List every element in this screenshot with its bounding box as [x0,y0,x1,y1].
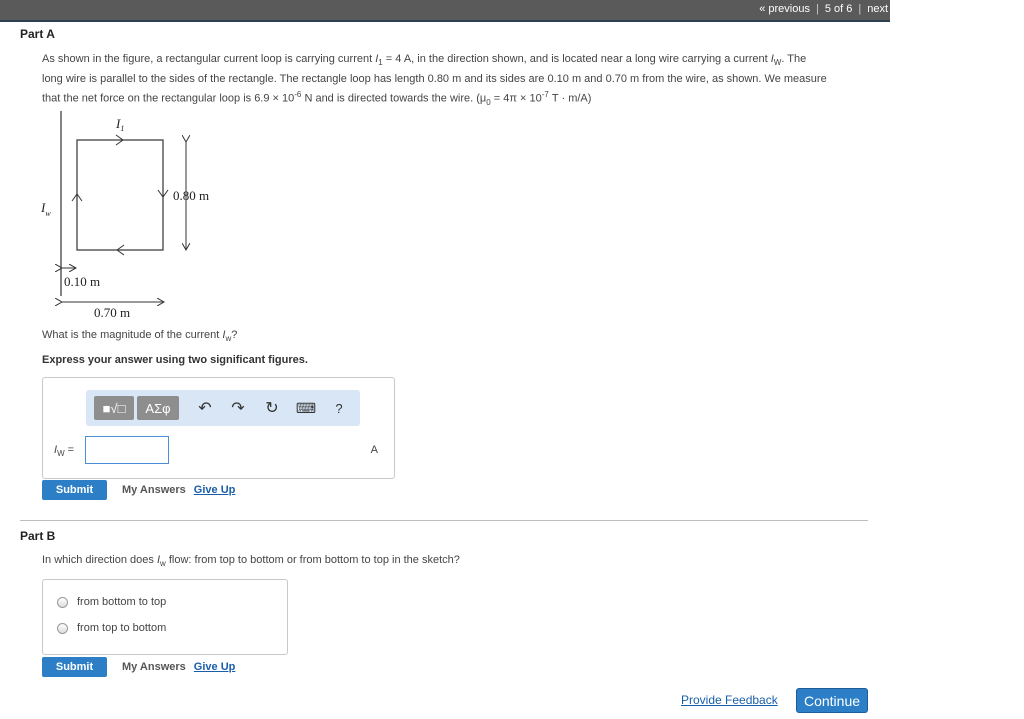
label-near-gap: 0.10 m [64,274,100,289]
template-button[interactable]: ■√□ [94,396,134,420]
problem-text: . The [781,53,807,65]
part-b-links: My Answers Give Up [122,661,235,673]
answer-label-sub: W [57,449,65,459]
part-b-title: Part B [20,529,56,543]
next-link[interactable]: next [867,3,888,15]
redo-icon[interactable]: ↷ [227,396,249,420]
problem-statement: As shown in the figure, a rectangular cu… [42,51,882,111]
answer-label-eq: = [64,444,75,456]
top-bar: « previous | 5 of 6 | next [0,0,890,22]
answer-input[interactable] [85,436,169,464]
provide-feedback-link[interactable]: Provide Feedback [681,693,778,707]
exponent: -7 [541,90,549,100]
keyboard-icon[interactable]: ⌨ [294,396,318,420]
question-text: In which direction does [42,554,157,566]
radio-button[interactable] [57,596,68,608]
my-answers-link[interactable]: My Answers [122,661,186,673]
answer-label: IW = [54,444,74,458]
give-up-link[interactable]: Give Up [194,484,236,496]
page-position: 5 of 6 [824,3,853,15]
previous-link[interactable]: « previous [759,3,810,15]
my-answers-link[interactable]: My Answers [122,484,186,496]
math-toolbar: ■√□ ΑΣφ ↶ ↷ ↻ ⌨ ? [86,390,360,426]
part-b-submit-button[interactable]: Submit [42,657,107,677]
nav-separator: | [858,3,862,15]
problem-text: that the net force on the rectangular lo… [42,92,295,105]
undo-icon[interactable]: ↶ [194,396,216,420]
nav-separator: | [815,3,819,15]
question-b: In which direction does Iw flow: from to… [42,552,460,572]
part-a-title: Part A [20,27,55,41]
radio-button[interactable] [57,622,68,634]
label-i1: I1 [115,116,124,133]
current-loop [76,139,164,251]
help-button[interactable]: ? [330,396,348,420]
option-label: from bottom to top [77,596,167,608]
problem-line-1: As shown in the figure, a rectangular cu… [42,51,882,71]
problem-text: = 4π × 10 [490,92,542,105]
part-divider [20,520,868,521]
problem-text: N and is directed towards the wire. (μ [301,92,487,105]
continue-button[interactable]: Continue [796,688,868,713]
problem-text: As shown in the figure, a rectangular cu… [42,53,376,65]
question-text: flow: from top to bottom or from bottom … [165,554,460,566]
question-a: What is the magnitude of the current Iw? [42,327,237,347]
problem-line-2: long wire is parallel to the sides of th… [42,73,827,86]
question-text: ? [231,329,238,341]
reset-icon[interactable]: ↻ [261,396,283,420]
question-text: What is the magnitude of the current [42,329,223,341]
pagination-nav: « previous | 5 of 6 | next [759,3,888,15]
direction-options: from bottom to top from top to bottom [42,579,288,655]
instruction-text: Express your answer using two significan… [42,354,308,366]
problem-text: T · m/A) [548,92,592,105]
part-a-links: My Answers Give Up [122,484,235,496]
option-label: from top to bottom [77,622,167,634]
option-top-to-bottom[interactable]: from top to bottom [57,622,166,634]
unit-label: A [370,444,378,456]
problem-figure: I1 Iw 0.80 m 0.10 m 0.70 m [36,108,226,323]
label-iw: Iw [40,200,51,218]
option-bottom-to-top[interactable]: from bottom to top [57,596,166,608]
figure-diagram: I1 Iw 0.80 m 0.10 m 0.70 m [40,111,209,320]
answer-box: ■√□ ΑΣφ ↶ ↷ ↻ ⌨ ? IW = A [42,377,395,479]
label-length: 0.80 m [173,188,209,203]
problem-text: = 4 A, in the direction shown, and is lo… [382,53,771,65]
label-far-gap: 0.70 m [94,305,130,320]
part-a-submit-button[interactable]: Submit [42,480,107,500]
greek-symbols-button[interactable]: ΑΣφ [137,396,179,420]
give-up-link[interactable]: Give Up [194,661,236,673]
